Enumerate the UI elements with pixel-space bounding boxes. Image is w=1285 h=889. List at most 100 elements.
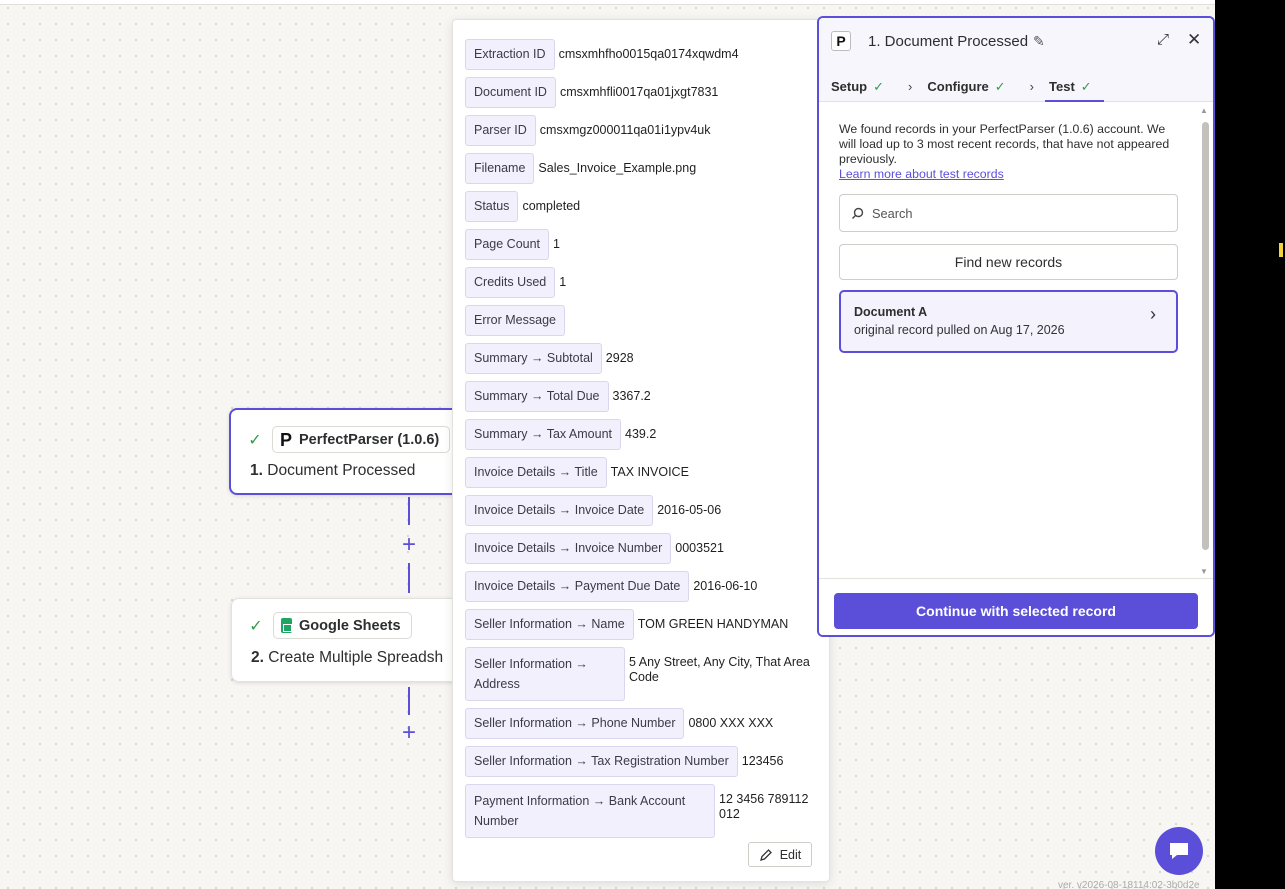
app-chip-label: PerfectParser (1.0.6): [299, 431, 440, 448]
field-key-pill[interactable]: Summary → Subtotal: [465, 343, 602, 374]
search-icon: [852, 207, 864, 219]
connector-line: [408, 563, 410, 593]
field-row: Payment Information → Bank Account Numbe…: [465, 784, 815, 838]
step-node-2[interactable]: ✓ Google Sheets 2. Create Multiple Sprea…: [231, 598, 471, 682]
scroll-up-icon[interactable]: ▲: [1200, 106, 1208, 115]
field-key-pill[interactable]: Invoice Details → Payment Due Date: [465, 571, 690, 602]
field-value: 439.2: [625, 427, 657, 441]
scroll-down-icon[interactable]: ▼: [1200, 567, 1208, 576]
field-value: 123456: [741, 754, 784, 768]
intro-paragraph: We found records in your PerfectParser (…: [839, 122, 1170, 166]
panel-footer: Continue with selected record: [819, 578, 1213, 635]
field-row: Parser ID cmsxmgz000011qa01i1ypv4uk: [465, 115, 815, 146]
tab-setup[interactable]: Setup ✓: [831, 73, 884, 100]
field-key-pill[interactable]: Payment Information → Bank Account Numbe…: [465, 784, 715, 838]
learn-more-link[interactable]: Learn more about test records: [839, 167, 1179, 182]
field-key-pill[interactable]: Seller Information → Tax Registration Nu…: [465, 746, 738, 777]
field-key-pill[interactable]: Parser ID: [465, 115, 536, 146]
connector-line: [408, 687, 410, 715]
field-value: completed: [522, 199, 581, 213]
panel-header: P 1. Document Processed ✎ ⤢ ✕ Setup ✓ › …: [819, 18, 1213, 102]
tab-test[interactable]: Test ✓: [1045, 73, 1104, 102]
app-chip-label: Google Sheets: [299, 617, 401, 634]
field-key-pill[interactable]: Credits Used: [465, 267, 556, 298]
intro-text: We found records in your PerfectParser (…: [839, 122, 1179, 182]
check-icon: ✓: [1080, 78, 1092, 94]
field-value: 2016-06-10: [693, 579, 758, 593]
field-value: 5 Any Street, Any City, That Area Code: [629, 655, 810, 684]
chat-button[interactable]: [1155, 827, 1203, 875]
field-row: Invoice Details → Title TAX INVOICE: [465, 457, 815, 488]
field-key-pill[interactable]: Seller Information → Address: [465, 647, 625, 701]
continue-button[interactable]: Continue with selected record: [834, 593, 1198, 629]
field-value: cmsxmgz000011qa01i1ypv4uk: [539, 123, 711, 137]
panel-title[interactable]: 1. Document Processed: [868, 33, 1028, 50]
record-name: Document A: [854, 305, 928, 319]
field-key-pill[interactable]: Invoice Details → Title: [465, 457, 607, 488]
field-value: cmsxmhfli0017qa01jxgt7831: [559, 85, 719, 99]
field-row: Credits Used 1: [465, 267, 815, 298]
field-row: Invoice Details → Invoice Number 0003521: [465, 533, 815, 564]
field-value: 1: [553, 237, 560, 251]
panel-tabs: Setup ✓ › Configure ✓ › Test ✓: [831, 73, 1104, 102]
plus-icon[interactable]: +: [399, 533, 419, 557]
record-item-document-a[interactable]: Document A original record pulled on Aug…: [839, 290, 1178, 353]
edit-pencil-icon: [759, 848, 772, 861]
tab-label: Setup: [831, 79, 868, 94]
find-new-records-button[interactable]: Find new records: [839, 244, 1178, 280]
close-icon[interactable]: ✕: [1187, 30, 1201, 50]
step-node-1-title: 1. Document Processed: [250, 462, 415, 480]
field-key-pill[interactable]: Status: [465, 191, 519, 222]
edit-button-label: Edit: [779, 847, 802, 862]
field-row: Summary → Subtotal 2928: [465, 343, 815, 374]
tab-label: Configure: [927, 79, 989, 94]
scrollbar-thumb[interactable]: [1202, 122, 1209, 550]
field-key-pill[interactable]: Invoice Details → Invoice Number: [465, 533, 672, 564]
edit-button[interactable]: Edit: [748, 842, 812, 867]
step-node-1-header: ✓ P PerfectParser (1.0.6): [247, 426, 451, 453]
step-title: Create Multiple Spreadsh: [268, 649, 444, 666]
search-input[interactable]: Search: [839, 194, 1178, 232]
field-value: 2016-05-06: [657, 503, 722, 517]
edge-marker: [1279, 243, 1283, 257]
field-row: Summary → Tax Amount 439.2: [465, 419, 815, 450]
plus-icon[interactable]: +: [399, 721, 419, 745]
record-subtitle: original record pulled on Aug 17, 2026: [854, 323, 1065, 337]
field-key-pill[interactable]: Page Count: [465, 229, 550, 260]
step-node-2-title: 2. Create Multiple Spreadsh: [251, 649, 443, 667]
field-row: Invoice Details → Invoice Date 2016-05-06: [465, 495, 815, 526]
rename-pencil-icon[interactable]: ✎: [1033, 33, 1045, 50]
version-text: ver. v2026-08-18114:02-3b0d2e: [1058, 880, 1200, 889]
field-row: Seller Information → Address 5 Any Street…: [465, 647, 815, 701]
tab-configure[interactable]: Configure ✓: [927, 73, 1005, 100]
check-icon: ✓: [248, 431, 262, 449]
field-key-pill[interactable]: Summary → Tax Amount: [465, 419, 622, 450]
step-node-1[interactable]: ✓ P PerfectParser (1.0.6) 1. Document Pr…: [229, 408, 469, 495]
field-value: 3367.2: [612, 389, 651, 403]
field-row: Summary → Total Due 3367.2: [465, 381, 815, 412]
expand-icon[interactable]: ⤢: [1157, 31, 1169, 48]
field-value: 12 3456 789112 012: [719, 792, 809, 821]
step-title: Document Processed: [267, 462, 416, 479]
chat-icon: [1170, 843, 1188, 859]
field-row: Filename Sales_Invoice_Example.png: [465, 153, 815, 184]
record-data-popup: Extraction ID cmsxmhfho0015qa0174xqwdm4 Do…: [452, 19, 830, 882]
field-row: Extraction ID cmsxmhfho0015qa0174xqwdm4: [465, 39, 815, 70]
field-key-pill[interactable]: Seller Information → Name: [465, 609, 634, 640]
step-number: 2.: [251, 649, 264, 666]
field-key-pill[interactable]: Error Message: [465, 305, 565, 336]
field-key-pill[interactable]: Invoice Details → Invoice Date: [465, 495, 654, 526]
record-field-list: Extraction ID cmsxmhfho0015qa0174xqwdm4 Do…: [465, 39, 815, 847]
field-key-pill[interactable]: Extraction ID: [465, 39, 555, 70]
field-key-pill[interactable]: Summary → Total Due: [465, 381, 609, 412]
step-node-2-header: ✓ Google Sheets: [248, 612, 412, 639]
right-edge: [1215, 0, 1285, 889]
field-row: Seller Information → Phone Number 0800 XX…: [465, 708, 815, 739]
connector-line: [408, 497, 410, 525]
field-key-pill[interactable]: Filename: [465, 153, 535, 184]
field-row: Invoice Details → Payment Due Date 2016-0…: [465, 571, 815, 602]
field-key-pill[interactable]: Seller Information → Phone Number: [465, 708, 685, 739]
panel-scrollbar[interactable]: ▲ ▼: [1200, 106, 1210, 576]
field-key-pill[interactable]: Document ID: [465, 77, 556, 108]
field-row: Seller Information → Tax Registration Nu…: [465, 746, 815, 777]
